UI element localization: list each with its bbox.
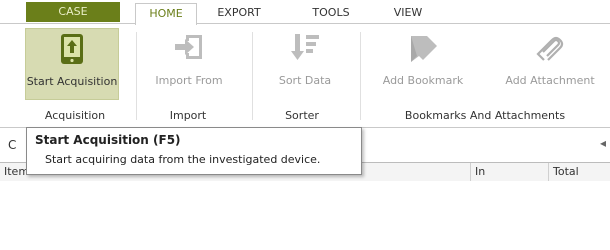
group-label-import: Import: [169, 109, 207, 122]
import-from-button[interactable]: Import From: [148, 28, 230, 98]
sort-data-label: Sort Data: [278, 74, 332, 87]
paperclip-icon: [534, 32, 566, 67]
grid-body: [0, 181, 610, 250]
tooltip-description: Start acquiring data from the investigat…: [45, 153, 321, 166]
ribbon: Start Acquisition Import From Sort Data: [0, 23, 610, 128]
group-label-acquisition: Acquisition: [44, 109, 106, 122]
bookmark-icon: [407, 32, 439, 67]
import-from-label: Import From: [155, 74, 223, 87]
tab-view[interactable]: VIEW: [386, 4, 430, 22]
tooltip: Start Acquisition (F5) Start acquiring d…: [26, 127, 362, 175]
tooltip-title: Start Acquisition (F5): [35, 133, 181, 147]
group-label-bookmarks: Bookmarks And Attachments: [404, 109, 566, 122]
ribbon-tab-bar: CASE HOME EXPORT TOOLS VIEW: [0, 0, 610, 25]
panel-title: C: [8, 138, 17, 152]
sort-data-button[interactable]: Sort Data: [265, 28, 345, 98]
tab-home[interactable]: HOME: [135, 3, 197, 25]
tab-tools[interactable]: TOOLS: [304, 4, 358, 22]
ribbon-separator: [136, 32, 137, 120]
start-acquisition-label: Start Acquisition: [26, 75, 118, 88]
add-bookmark-button[interactable]: Add Bookmark: [370, 28, 476, 98]
column-header-total[interactable]: Total: [548, 163, 610, 181]
ribbon-separator: [252, 32, 253, 120]
group-label-sorter: Sorter: [285, 109, 319, 122]
sort-icon: [289, 32, 321, 65]
tab-case[interactable]: CASE: [26, 2, 120, 22]
ribbon-separator: [360, 32, 361, 120]
add-attachment-button[interactable]: Add Attachment: [490, 28, 610, 98]
start-acquisition-button[interactable]: Start Acquisition: [25, 28, 119, 100]
tab-export[interactable]: EXPORT: [208, 4, 270, 22]
add-attachment-label: Add Attachment: [505, 74, 595, 87]
scroll-left-icon[interactable]: ◂: [600, 136, 606, 150]
import-arrow-icon: [172, 32, 206, 65]
add-bookmark-label: Add Bookmark: [382, 74, 464, 87]
column-header-in[interactable]: In: [470, 163, 548, 181]
device-upload-icon: [59, 33, 85, 68]
